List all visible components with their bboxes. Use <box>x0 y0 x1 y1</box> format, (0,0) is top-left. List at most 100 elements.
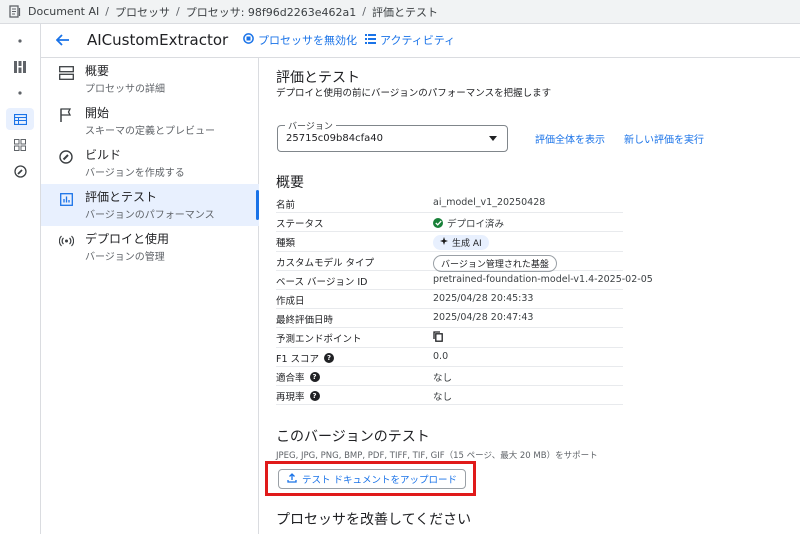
document-ai-icon <box>8 5 22 19</box>
nav-item-title: 概要 <box>85 64 110 78</box>
upload-label: テスト ドキュメントをアップロード <box>301 475 458 486</box>
breadcrumb-current: 評価とテスト <box>371 5 438 19</box>
row-key-label: 適合率 <box>276 372 305 384</box>
row-key: 名前 <box>276 200 296 211</box>
dashboard-icon[interactable] <box>6 56 34 78</box>
activity-label: アクティビティ <box>380 34 456 47</box>
page-header: AICustomExtractor プロセッサを無効化 アクティビティ <box>41 24 800 58</box>
nav-item-start[interactable]: 開始 スキーマの定義とプレビュー <box>41 100 259 142</box>
processor-nav: 概要 プロセッサの詳細 開始 スキーマの定義とプレビュー ビルド バージョンを作… <box>41 58 259 534</box>
main-content: 評価とテスト デプロイと使用の前にバージョンのパフォーマンスを把握します バージ… <box>259 58 800 534</box>
nav-item-overview[interactable]: 概要 プロセッサの詳細 <box>41 58 259 100</box>
page-subtitle: デプロイと使用の前にバージョンのパフォーマンスを把握します <box>276 88 552 99</box>
copy-icon[interactable] <box>433 331 443 343</box>
version-select-label: バージョン <box>285 119 336 132</box>
overview-section-title: 概要 <box>276 175 304 191</box>
row-key-with-help: 再現率 ? <box>276 389 320 403</box>
row-value: pretrained-foundation-model-v1.4-2025-02… <box>433 273 653 285</box>
table-row: 再現率 ? なし <box>276 386 623 406</box>
chart-icon <box>57 190 75 208</box>
dot-icon[interactable] <box>6 82 34 104</box>
row-value: 0.0 <box>433 350 449 362</box>
stop-circle-icon <box>243 33 254 47</box>
row-value: 2025/04/28 20:47:43 <box>433 312 534 324</box>
wrench-icon[interactable] <box>6 160 34 182</box>
page-title: 評価とテスト <box>276 70 360 86</box>
view-all-evaluations-link[interactable]: 評価全体を表示 <box>535 131 605 146</box>
nav-item-deploy[interactable]: デプロイと使用 バージョンの管理 <box>41 226 259 268</box>
status-value: デプロイ済み <box>433 216 504 230</box>
overview-icon <box>57 64 75 82</box>
row-value: ai_model_v1_20250428 <box>433 197 546 208</box>
breadcrumb-processor-id[interactable]: プロセッサ: 98f96d2263e462a1 <box>186 4 357 20</box>
nav-item-evaluate[interactable]: 評価とテスト バージョンのパフォーマンス <box>41 184 259 226</box>
row-key-with-help: 適合率 ? <box>276 370 320 384</box>
back-arrow-icon[interactable] <box>53 30 73 50</box>
help-icon[interactable]: ? <box>309 371 320 382</box>
dot-icon[interactable] <box>6 30 34 52</box>
nav-item-build[interactable]: ビルド バージョンを作成する <box>41 142 259 184</box>
row-key: 作成日 <box>276 295 305 307</box>
row-key: ステータス <box>276 219 324 231</box>
table-row: F1 スコア ? 0.0 <box>276 348 623 367</box>
help-icon[interactable]: ? <box>324 352 335 363</box>
nav-item-title: 評価とテスト <box>85 190 158 204</box>
row-value: なし <box>433 391 453 403</box>
activity-button[interactable]: アクティビティ <box>365 32 455 48</box>
table-row: 適合率 ? なし <box>276 367 623 386</box>
type-value: 生成 AI <box>433 235 489 251</box>
overview-table: 名前 ai_model_v1_20250428 ステータス デプロイ済み 種類 … <box>276 194 653 406</box>
row-key: 最終評価日時 <box>276 315 334 327</box>
table-row: カスタムモデル タイプ バージョン管理された基盤 <box>276 252 623 272</box>
row-key: ベース バージョン ID <box>276 276 368 288</box>
breadcrumb-separator: / <box>175 5 180 18</box>
disable-processor-label: プロセッサを無効化 <box>258 34 357 47</box>
breadcrumb-separator: / <box>362 5 366 18</box>
sparkle-icon <box>440 237 448 248</box>
flag-icon <box>57 106 75 124</box>
processors-icon[interactable] <box>6 108 34 130</box>
build-icon <box>57 148 75 166</box>
row-key-label: 再現率 <box>276 391 305 403</box>
check-circle-icon <box>433 218 443 229</box>
left-rail <box>0 24 41 534</box>
table-row: ベース バージョン ID pretrained-foundation-model… <box>276 271 653 290</box>
row-value: なし <box>433 372 453 384</box>
nav-item-subtitle: プロセッサの詳細 <box>85 84 165 95</box>
table-row: 名前 ai_model_v1_20250428 <box>276 194 623 214</box>
version-select[interactable]: バージョン 25715c09b84cfa40 <box>277 119 508 152</box>
row-key: 種類 <box>276 238 296 250</box>
upload-icon <box>287 472 297 486</box>
versioned-foundation-chip: バージョン管理された基盤 <box>433 254 557 272</box>
improve-section-title: プロセッサを改善してください <box>276 512 472 528</box>
disable-processor-button[interactable]: プロセッサを無効化 <box>243 32 357 48</box>
table-row: ステータス デプロイ済み <box>276 213 623 233</box>
nav-item-title: ビルド <box>85 148 122 162</box>
dropdown-caret-icon <box>489 136 497 141</box>
version-select-value: 25715c09b84cfa40 <box>286 133 383 144</box>
breadcrumb-separator: / <box>105 5 109 18</box>
table-row: 予測エンドポイント <box>276 328 623 348</box>
upload-test-document-button[interactable]: テスト ドキュメントをアップロード <box>278 469 466 489</box>
breadcrumb: Document AI / プロセッサ / プロセッサ: 98f96d2263e… <box>0 0 800 24</box>
row-key-with-help: F1 スコア ? <box>276 351 335 365</box>
generative-ai-chip: 生成 AI <box>433 235 489 251</box>
nav-item-subtitle: バージョンのパフォーマンス <box>85 210 215 221</box>
nav-item-subtitle: スキーマの定義とプレビュー <box>85 126 215 137</box>
nav-item-title: 開始 <box>85 106 110 120</box>
row-value: 2025/04/28 20:45:33 <box>433 292 534 304</box>
list-icon <box>365 33 376 47</box>
help-icon[interactable]: ? <box>309 390 320 401</box>
test-section-title: このバージョンのテスト <box>276 429 430 445</box>
run-new-evaluation-link[interactable]: 新しい評価を実行 <box>624 131 704 146</box>
highlight-box: テスト ドキュメントをアップロード <box>265 461 476 496</box>
nav-item-title: デプロイと使用 <box>85 232 170 246</box>
table-row: 種類 生成 AI <box>276 232 623 252</box>
breadcrumb-processors[interactable]: プロセッサ <box>115 4 170 20</box>
nav-item-subtitle: バージョンを作成する <box>85 168 185 179</box>
breadcrumb-document-ai[interactable]: Document AI <box>28 5 99 18</box>
row-key: 予測エンドポイント <box>276 334 362 346</box>
nav-item-subtitle: バージョンの管理 <box>85 252 165 263</box>
status-text: デプロイ済み <box>447 219 505 231</box>
grid-icon[interactable] <box>6 134 34 156</box>
